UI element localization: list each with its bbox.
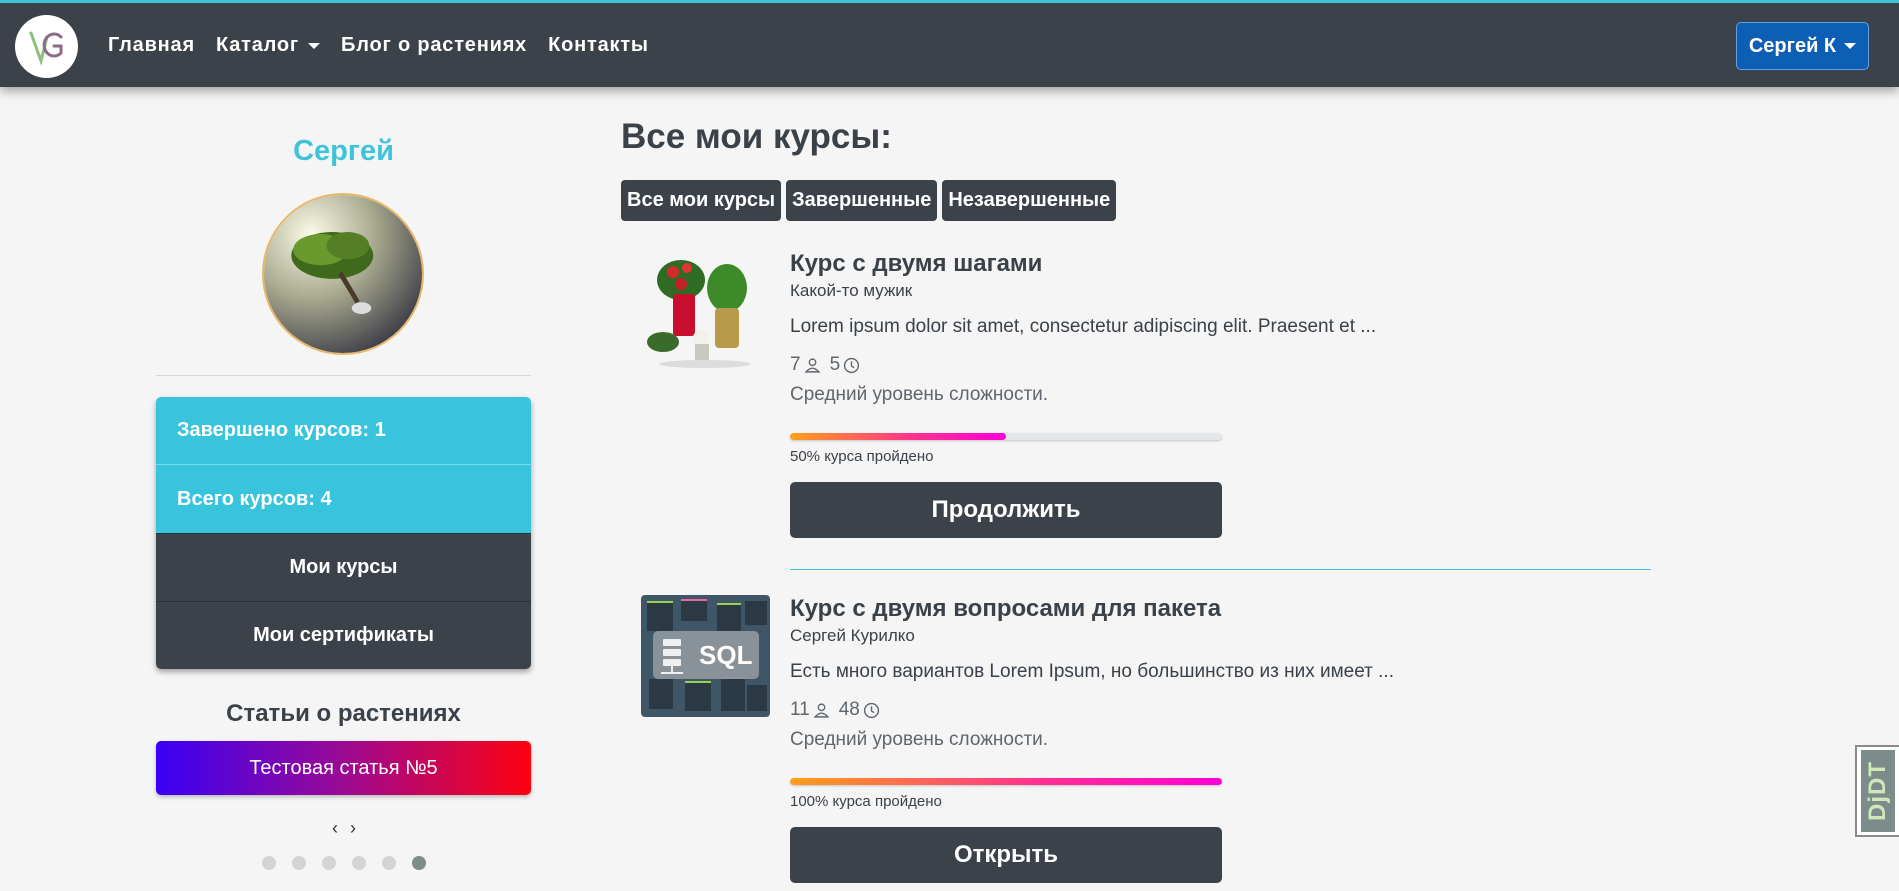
slider-dots xyxy=(262,856,426,870)
slider-prev-button[interactable]: ‹ xyxy=(332,818,338,839)
course-author: Сергей Курилко xyxy=(790,626,915,645)
debug-toolbar-badge: DjDT xyxy=(1861,750,1895,832)
articles-title: Статьи о растениях xyxy=(226,700,461,727)
nav-link-blog[interactable]: Блог о растениях xyxy=(341,34,527,57)
user-menu-label: Сергей К xyxy=(1748,34,1837,57)
caret-down-icon xyxy=(1844,43,1857,49)
progress-text: 100% курса пройдено xyxy=(790,793,942,810)
debug-toolbar-label: DjDT xyxy=(1864,761,1891,821)
progress-bar xyxy=(790,433,1222,440)
course-filters: Все мои курсы Завершенные Незавершенные xyxy=(621,180,1117,221)
open-button[interactable]: Открыть xyxy=(790,827,1222,883)
my-courses-link[interactable]: Мои курсы xyxy=(156,533,531,601)
slider-dot[interactable] xyxy=(322,856,336,870)
sql-thumb-label: SQL xyxy=(699,640,753,670)
course-divider xyxy=(790,569,1651,570)
user-icon xyxy=(813,702,830,718)
filter-completed-button[interactable]: Завершенные xyxy=(786,180,938,221)
sql-image: SQL xyxy=(641,595,770,717)
caret-down-icon xyxy=(308,42,321,49)
slider-arrows: ‹ › xyxy=(320,818,368,839)
profile-menu: Завершено курсов: 1 Всего курсов: 4 Мои … xyxy=(156,397,531,669)
profile-name: Сергей xyxy=(293,135,394,167)
nav-link-catalog[interactable]: Каталог xyxy=(215,34,321,57)
clock-icon xyxy=(844,357,860,373)
slider-dot[interactable] xyxy=(382,856,396,870)
course-author: Какой-то мужик xyxy=(790,281,913,300)
course-description: Есть много вариантов Lorem Ipsum, но бол… xyxy=(790,661,1394,682)
slider-next-button[interactable]: › xyxy=(350,818,356,839)
vg-logo-icon xyxy=(29,31,63,67)
filter-all-button[interactable]: Все мои курсы xyxy=(621,180,782,221)
course-meta: 7 5 xyxy=(790,354,1650,376)
site-logo[interactable] xyxy=(15,15,78,78)
user-icon xyxy=(804,357,820,373)
course-thumbnail[interactable] xyxy=(641,250,770,372)
plants-image xyxy=(641,250,770,372)
avatar xyxy=(262,193,424,355)
page-title: Все мои курсы: xyxy=(621,117,892,156)
debug-toolbar-handle[interactable]: DjDT xyxy=(1855,745,1899,837)
avatar-image xyxy=(264,195,422,353)
slider-dot[interactable] xyxy=(352,856,366,870)
students-count: 11 xyxy=(790,699,810,720)
course-level: Средний уровень сложности. xyxy=(790,384,1049,405)
my-certificates-link[interactable]: Мои сертификаты xyxy=(156,601,531,669)
progress-text: 50% курса пройдено xyxy=(790,448,934,465)
total-courses-stat: Всего курсов: 4 xyxy=(156,465,531,533)
nav-link-home[interactable]: Главная xyxy=(108,34,195,57)
completed-courses-stat: Завершено курсов: 1 xyxy=(156,397,531,465)
course-title[interactable]: Курс с двумя вопросами для пакета xyxy=(790,595,1650,623)
top-navbar: Главная Каталог Блог о растениях Контакт… xyxy=(0,0,1899,87)
course-description: Lorem ipsum dolor sit amet, consectetur … xyxy=(790,316,1377,337)
slider-dot[interactable] xyxy=(262,856,276,870)
course-level: Средний уровень сложности. xyxy=(790,729,1049,750)
progress-bar xyxy=(790,778,1222,785)
duration-count: 48 xyxy=(838,699,860,720)
course-title[interactable]: Курс с двумя шагами xyxy=(790,250,1650,278)
continue-button[interactable]: Продолжить xyxy=(790,482,1222,538)
filter-incomplete-button[interactable]: Незавершенные xyxy=(942,180,1117,221)
students-count: 7 xyxy=(790,354,801,375)
duration-count: 5 xyxy=(829,354,841,375)
progress-fill xyxy=(790,778,1222,785)
nav-link-contacts[interactable]: Контакты xyxy=(548,34,649,57)
user-menu-button[interactable]: Сергей К xyxy=(1736,22,1869,70)
course-thumbnail[interactable]: SQL xyxy=(641,595,770,717)
progress-fill xyxy=(790,433,1006,440)
clock-icon xyxy=(863,702,879,718)
course-meta: 11 48 xyxy=(790,699,1650,721)
article-slide[interactable]: Тестовая статья №5 xyxy=(156,741,531,795)
slider-dot-active[interactable] xyxy=(412,856,426,870)
slider-dot[interactable] xyxy=(292,856,306,870)
sidebar-divider xyxy=(156,375,531,376)
nav-link-catalog-label: Каталог xyxy=(215,34,300,56)
